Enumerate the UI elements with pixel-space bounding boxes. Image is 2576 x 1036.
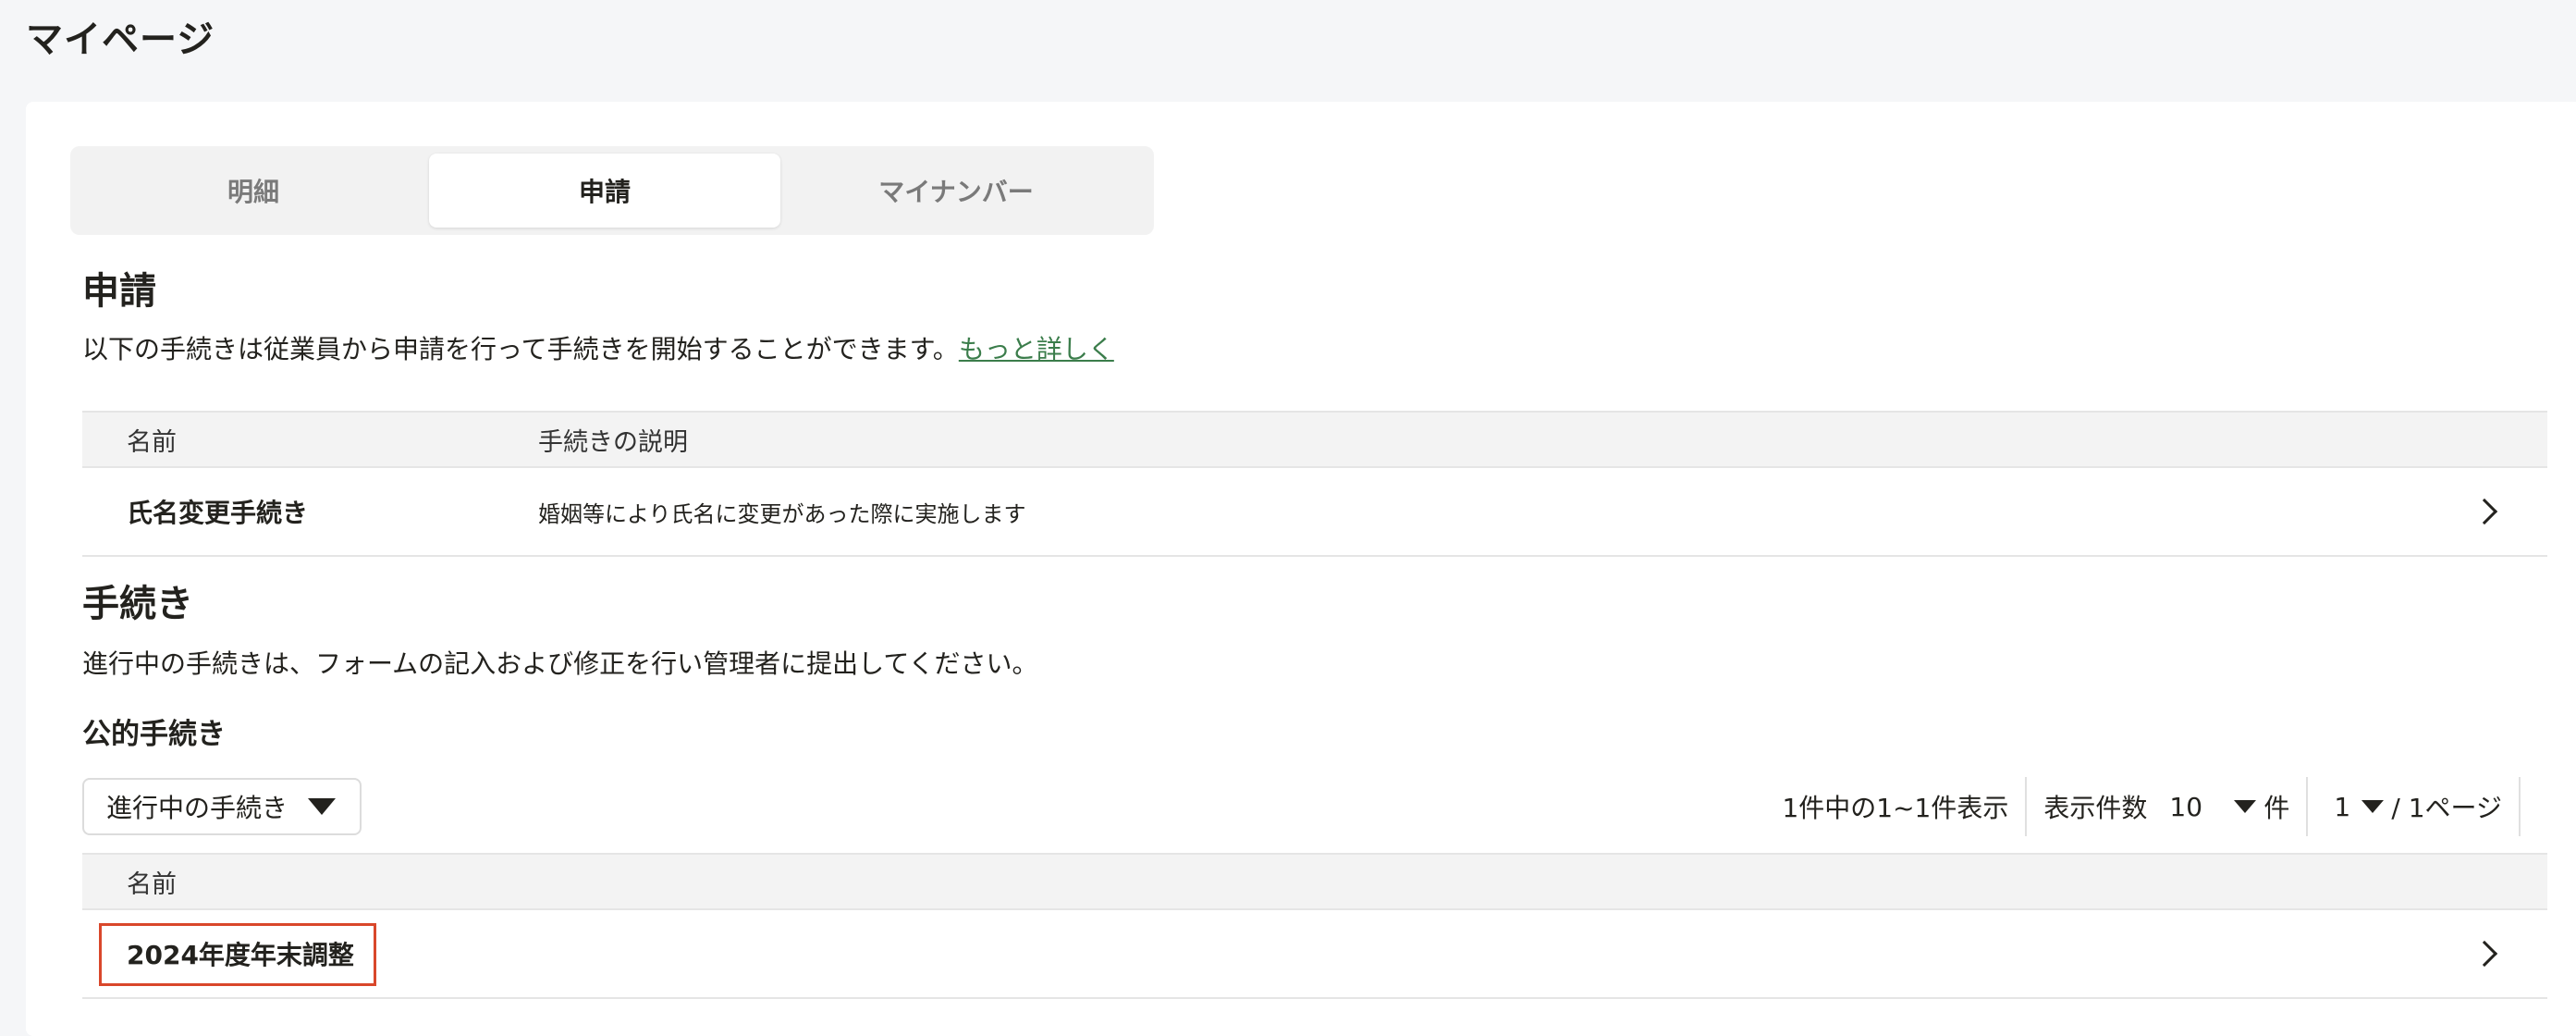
per-page-label: 表示件数 <box>2043 793 2148 823</box>
page-control: 1 / 1ページ <box>2308 777 2519 836</box>
tab-bar: 明細 申請 マイナンバー <box>70 146 1154 235</box>
per-page-select[interactable]: 10 <box>2160 792 2234 822</box>
per-page-unit: 件 <box>2263 793 2290 823</box>
column-header-name: 名前 <box>127 427 177 457</box>
application-description-text: 以下の手続きは従業員から申請を行って手続きを開始することができます。 <box>82 334 959 364</box>
divider <box>2519 777 2521 836</box>
public-procedures-heading: 公的手続き <box>82 718 226 751</box>
procedures-heading: 手続き <box>82 583 193 625</box>
page-select[interactable]: 1 <box>2325 792 2361 822</box>
application-table: 名前 手続きの説明 氏名変更手続き 婚姻等により氏名に変更があった際に実施します <box>82 411 2547 557</box>
procedures-table-header: 名前 <box>82 853 2547 910</box>
application-heading: 申請 <box>82 270 156 313</box>
table-row[interactable]: 氏名変更手続き 婚姻等により氏名に変更があった際に実施します <box>82 468 2547 557</box>
application-description: 以下の手続きは従業員から申請を行って手続きを開始することができます。もっと詳しく <box>82 329 1114 366</box>
procedures-description: 進行中の手続きは、フォームの記入および修正を行い管理者に提出してください。 <box>82 648 1038 679</box>
more-details-link[interactable]: もっと詳しく <box>959 334 1114 364</box>
row-description: 婚姻等により氏名に変更があった際に実施します <box>538 500 1026 527</box>
tab-my-number[interactable]: マイナンバー <box>780 154 1132 228</box>
status-filter-label: 進行中の手続き <box>106 793 288 823</box>
row-name: 2024年度年末調整 <box>127 940 354 970</box>
main-card: 明細 申請 マイナンバー 申請 以下の手続きは従業員から申請を行って手続きを開始… <box>26 102 2576 1036</box>
page-title: マイページ <box>26 18 215 61</box>
status-filter-dropdown[interactable]: 進行中の手続き <box>82 778 362 835</box>
application-table-header: 名前 手続きの説明 <box>82 411 2547 468</box>
chevron-right-icon[interactable] <box>2471 940 2498 968</box>
caret-down-icon[interactable] <box>2361 800 2385 813</box>
procedures-table: 名前 2024年度年末調整 <box>82 853 2547 999</box>
column-header-description: 手続きの説明 <box>538 427 688 457</box>
tab-statements[interactable]: 明細 <box>78 154 429 228</box>
page-total: / 1ページ <box>2391 793 2502 823</box>
column-header-name: 名前 <box>127 870 177 899</box>
pagination-bar: 1件中の1~1件表示 表示件数 10 件 1 / 1ページ <box>1765 777 2521 836</box>
tab-applications[interactable]: 申請 <box>429 154 780 228</box>
per-page-control: 表示件数 10 件 <box>2027 777 2306 836</box>
caret-down-icon[interactable] <box>2234 800 2257 813</box>
result-summary: 1件中の1~1件表示 <box>1782 793 2009 823</box>
table-row[interactable]: 2024年度年末調整 <box>82 910 2547 999</box>
caret-down-icon <box>308 798 337 815</box>
row-name: 氏名変更手続き <box>127 498 309 528</box>
